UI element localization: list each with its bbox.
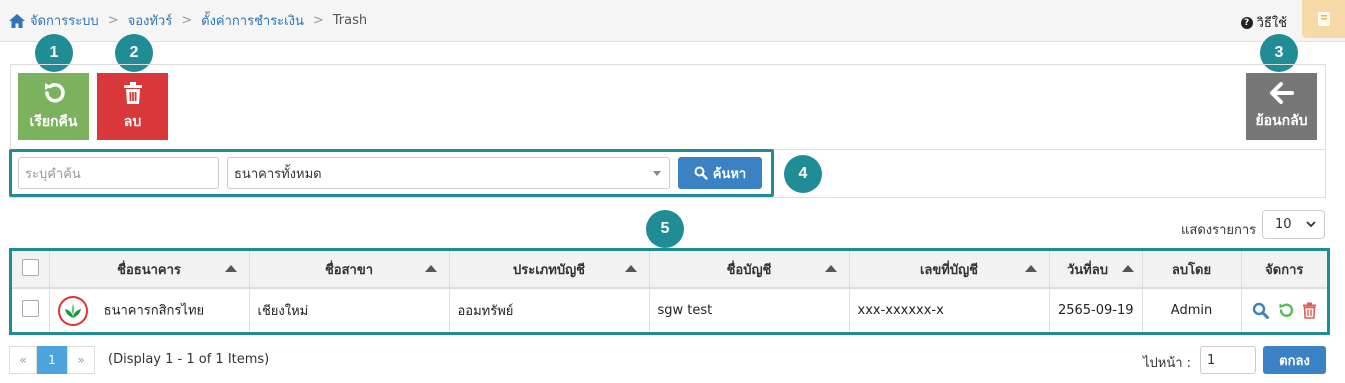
header-account-type[interactable]: ประเภทบัญชี	[449, 251, 650, 289]
breadcrumb-item-payment[interactable]: ตั้งค่าการชำระเงิน	[201, 10, 304, 31]
book-icon	[1317, 12, 1330, 26]
bank-cell: ธนาคารกสิกรไทย	[49, 288, 250, 332]
select-all-checkbox[interactable]	[21, 258, 39, 276]
breadcrumb-item-system[interactable]: จัดการระบบ	[30, 10, 99, 31]
header-branch[interactable]: ชื่อสาขา	[249, 251, 450, 289]
question-circle-icon: ?	[1240, 16, 1253, 29]
breadcrumb-separator: >	[107, 13, 119, 28]
goto-page-input[interactable]: 1	[1200, 346, 1256, 374]
header-account-no[interactable]: เลขที่บัญชี	[849, 251, 1050, 289]
next-page-button[interactable]: »	[67, 346, 95, 374]
search-icon	[694, 166, 708, 180]
deleted-by-cell: Admin	[1142, 288, 1242, 332]
header-deleted-by: ลบโดย	[1142, 251, 1242, 289]
restore-label: เรียกคืน	[29, 113, 78, 130]
header-select-all[interactable]	[12, 251, 50, 289]
header-actions: จัดการ	[1241, 251, 1327, 289]
breadcrumb: จัดการระบบ > จองทัวร์ > ตั้งค่าการชำระเง…	[8, 10, 367, 31]
chevron-down-icon	[1306, 221, 1316, 228]
sort-icon	[824, 265, 837, 272]
header-bank[interactable]: ชื่อธนาคาร	[49, 251, 250, 289]
delete-trash-icon[interactable]	[1302, 302, 1317, 319]
undo-icon	[44, 82, 65, 102]
goto-page-button[interactable]: ตกลง	[1263, 346, 1326, 374]
account-no-cell: xxx-xxxxxx-x	[849, 288, 1050, 332]
table-header-row: ชื่อธนาคาร ชื่อสาขา ประเภทบัญชี ชื่อบัญช…	[12, 251, 1327, 289]
bank-name: ธนาคารกสิกรไทย	[103, 303, 205, 318]
sort-icon	[1121, 265, 1134, 272]
manual-button[interactable]	[1302, 0, 1345, 38]
caret-down-icon	[653, 171, 661, 176]
page-1-button[interactable]: 1	[37, 346, 67, 374]
row-select-cell	[12, 288, 50, 332]
pagination: « 1 »	[9, 346, 95, 374]
header-account-name[interactable]: ชื่อบัญชี	[649, 251, 850, 289]
arrow-left-icon	[1269, 81, 1294, 104]
breadcrumb-current: Trash	[332, 13, 368, 28]
pagination-info: (Display 1 - 1 of 1 Items)	[108, 352, 270, 367]
breadcrumb-item-tour[interactable]: จองทัวร์	[128, 10, 173, 31]
bank-select-value: ธนาคารทั้งหมด	[234, 166, 322, 182]
callout-badge-5: 5	[646, 210, 684, 248]
page-size-select[interactable]: 10	[1262, 210, 1325, 239]
branch-cell: เชียงใหม่	[249, 288, 450, 332]
row-checkbox[interactable]	[21, 300, 39, 317]
restore-button[interactable]: เรียกคืน	[18, 73, 89, 140]
view-search-icon[interactable]	[1252, 302, 1269, 319]
keyword-search-input[interactable]: ระบุคำค้น	[18, 157, 219, 189]
trash-table: ชื่อธนาคาร ชื่อสาขา ประเภทบัญชี ชื่อบัญช…	[9, 248, 1330, 335]
back-button[interactable]: ย้อนกลับ	[1246, 73, 1317, 140]
trash-icon	[123, 81, 142, 104]
table-row: ธนาคารกสิกรไทย เชียงใหม่ ออมทรัพย์ sgw t…	[12, 288, 1327, 332]
bank-select[interactable]: ธนาคารทั้งหมด	[227, 157, 670, 189]
back-label: ย้อนกลับ	[1255, 112, 1308, 129]
delete-button[interactable]: ลบ	[97, 73, 168, 140]
restore-undo-icon[interactable]	[1277, 302, 1294, 319]
sort-icon	[224, 265, 237, 272]
page-size-value: 10	[1275, 217, 1292, 232]
delete-label: ลบ	[123, 113, 142, 130]
sort-icon	[424, 265, 437, 272]
help-label: วิธีใช้	[1256, 16, 1287, 31]
goto-page-label: ไปหน้า :	[1143, 356, 1192, 371]
home-icon[interactable]	[8, 13, 26, 29]
account-type-cell: ออมทรัพย์	[449, 288, 650, 332]
sort-icon	[624, 265, 637, 272]
sort-icon	[1024, 265, 1037, 272]
breadcrumb-separator: >	[312, 13, 324, 28]
breadcrumb-separator: >	[181, 13, 193, 28]
actions-cell	[1241, 288, 1327, 332]
search-button[interactable]: ค้นหา	[678, 157, 762, 189]
help-link[interactable]: ? วิธีใช้	[1240, 12, 1287, 33]
search-button-label: ค้นหา	[712, 166, 747, 182]
prev-page-button[interactable]: «	[9, 346, 37, 374]
kasikorn-logo-icon	[57, 295, 88, 326]
header-deleted-date[interactable]: วันที่ลบ	[1049, 251, 1143, 289]
account-name-cell: sgw test	[649, 288, 850, 332]
top-bar: จัดการระบบ > จองทัวร์ > ตั้งค่าการชำระเง…	[0, 0, 1345, 42]
deleted-date-cell: 2565-09-19	[1049, 288, 1143, 332]
page-size-label: แสดงรายการ	[1181, 223, 1257, 238]
